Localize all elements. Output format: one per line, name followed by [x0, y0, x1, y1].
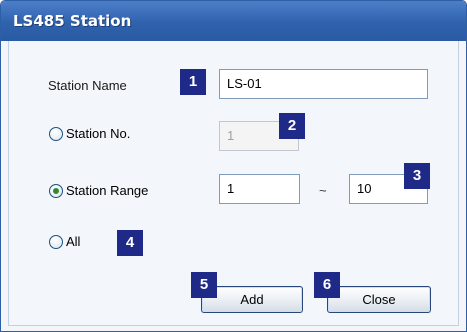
- callout-badge-3: 3: [404, 163, 430, 189]
- station-name-label: Station Name: [48, 78, 127, 93]
- close-button[interactable]: Close: [327, 286, 431, 313]
- radio-unchecked-icon: [49, 234, 63, 249]
- callout-badge-1: 1: [180, 69, 206, 95]
- callout-badge-2: 2: [279, 113, 305, 139]
- radio-unchecked-icon: [49, 126, 63, 141]
- dialog-title: LS485 Station: [13, 12, 132, 30]
- callout-badge-6: 6: [314, 272, 340, 298]
- radio-checked-icon: [49, 183, 63, 198]
- dialog-window: LS485 Station Station Name 1 LS-01 Stati…: [0, 0, 467, 332]
- title-bar[interactable]: LS485 Station: [1, 1, 466, 41]
- callout-badge-5: 5: [191, 272, 217, 298]
- range-from-input[interactable]: 1: [219, 174, 300, 204]
- station-range-label: Station Range: [66, 183, 149, 198]
- station-no-radio[interactable]: Station No.: [49, 126, 130, 141]
- station-name-input[interactable]: LS-01: [219, 69, 428, 99]
- callout-badge-4: 4: [117, 230, 143, 256]
- station-range-radio[interactable]: Station Range: [49, 183, 148, 198]
- range-separator: ~: [319, 183, 327, 198]
- all-radio[interactable]: All: [49, 234, 80, 249]
- all-label: All: [66, 234, 81, 249]
- station-no-label: Station No.: [66, 126, 131, 141]
